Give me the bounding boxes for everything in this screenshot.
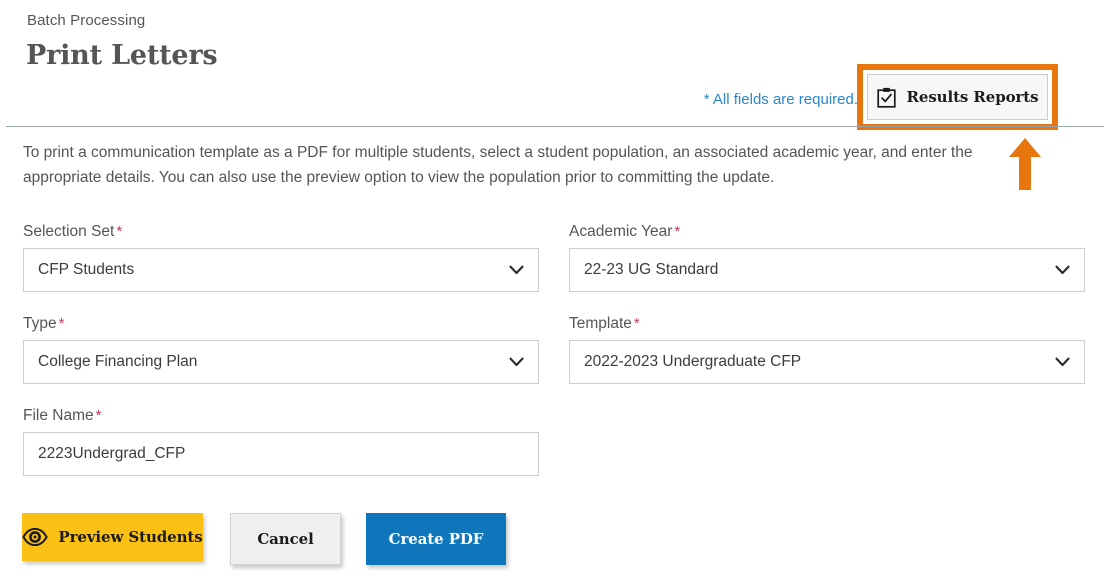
required-marker: *: [674, 223, 681, 240]
header-divider: [6, 126, 1104, 127]
chevron-down-icon: [1055, 265, 1070, 275]
required-marker: *: [116, 223, 123, 240]
field-template: Template * 2022-2023 Undergraduate CFP: [569, 315, 1085, 384]
label-text: Type: [23, 315, 57, 332]
select-template[interactable]: 2022-2023 Undergraduate CFP: [569, 340, 1085, 384]
select-selection-set[interactable]: CFP Students: [23, 248, 539, 292]
select-academic-year[interactable]: 22-23 UG Standard: [569, 248, 1085, 292]
preview-students-button[interactable]: Preview Students: [22, 513, 203, 561]
academic-year-value: 22-23 UG Standard: [584, 261, 719, 278]
required-fields-note: * All fields are required.: [703, 91, 858, 108]
create-pdf-button[interactable]: Create PDF: [366, 513, 506, 565]
callout-arrow-icon: [1009, 138, 1041, 190]
select-type[interactable]: College Financing Plan: [23, 340, 539, 384]
label-text: Template: [569, 315, 632, 332]
label-text: Selection Set: [23, 223, 115, 240]
file-name-input[interactable]: 2223Undergrad_CFP: [23, 432, 539, 476]
page-title: Print Letters: [26, 40, 218, 71]
label-text: File Name: [23, 407, 94, 424]
clipboard-check-icon: [876, 87, 896, 108]
type-value: College Financing Plan: [38, 353, 198, 370]
chevron-down-icon: [509, 265, 524, 275]
file-name-value: 2223Undergrad_CFP: [38, 445, 186, 462]
field-file-name: File Name * 2223Undergrad_CFP: [23, 407, 539, 476]
label-template: Template *: [569, 315, 1085, 333]
cancel-label: Cancel: [257, 530, 314, 548]
template-value: 2022-2023 Undergraduate CFP: [584, 353, 802, 370]
chevron-down-icon: [509, 357, 524, 367]
label-academic-year: Academic Year *: [569, 223, 1085, 241]
cancel-button[interactable]: Cancel: [230, 513, 341, 565]
label-file-name: File Name *: [23, 407, 539, 425]
results-reports-label: Results Reports: [906, 88, 1039, 106]
breadcrumb: Batch Processing: [27, 12, 146, 29]
eye-icon: [22, 528, 49, 546]
chevron-down-icon: [1055, 357, 1070, 367]
results-reports-button[interactable]: Results Reports: [867, 74, 1048, 120]
label-type: Type *: [23, 315, 539, 333]
required-marker: *: [633, 315, 640, 332]
required-marker: *: [95, 407, 102, 424]
page-description: To print a communication template as a P…: [23, 144, 973, 186]
label-selection-set: Selection Set *: [23, 223, 539, 241]
required-marker: *: [58, 315, 65, 332]
field-selection-set: Selection Set * CFP Students: [23, 223, 539, 292]
field-type: Type * College Financing Plan: [23, 315, 539, 384]
selection-set-value: CFP Students: [38, 261, 135, 278]
preview-students-label: Preview Students: [58, 528, 203, 546]
create-pdf-label: Create PDF: [388, 530, 484, 548]
field-academic-year: Academic Year * 22-23 UG Standard: [569, 223, 1085, 292]
label-text: Academic Year: [569, 223, 673, 240]
